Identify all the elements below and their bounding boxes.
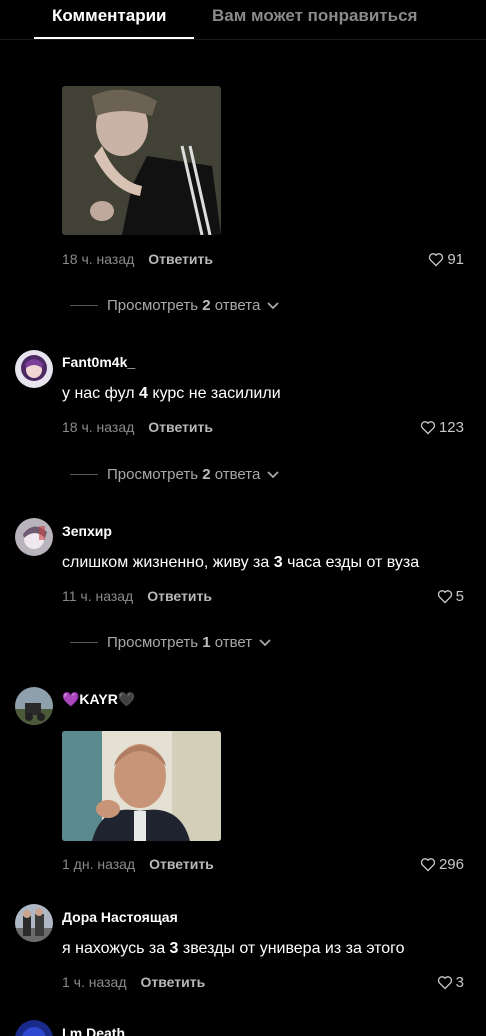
like-count: 5 xyxy=(455,588,464,605)
view-replies-suffix: ответа xyxy=(214,297,261,314)
heart-icon xyxy=(429,253,444,267)
comment-photo-image xyxy=(62,731,221,841)
comment-time: 18 ч. назад xyxy=(62,419,135,435)
comment-photo[interactable] xyxy=(62,731,221,841)
comment-meta: 11 ч. назад Ответить xyxy=(62,588,212,604)
tab-bar: Комментарии Вам может понравиться xyxy=(0,0,486,40)
view-replies-button[interactable]: Просмотреть 2 ответа xyxy=(70,466,279,483)
comment-text: я нахожусь за 3 звезды от универа из за … xyxy=(62,940,405,958)
like-button[interactable]: 3 xyxy=(437,974,464,991)
view-replies-count: 2 xyxy=(202,466,211,483)
comment-time: 11 ч. назад xyxy=(62,588,134,604)
comment-text-part: часа езды от вуза xyxy=(282,554,420,571)
like-count: 91 xyxy=(447,251,464,268)
comment-meta: 18 ч. назад Ответить xyxy=(62,419,213,435)
comment-username[interactable]: I.m Death xyxy=(62,1025,125,1036)
comment-text-bold: 3 xyxy=(273,554,283,571)
heart-icon xyxy=(437,976,452,990)
comment-text-part: слишком жизненно, живу за xyxy=(62,554,274,571)
chevron-down-icon xyxy=(267,470,279,478)
avatar-image xyxy=(15,904,53,942)
comment-text-part: у нас фул xyxy=(62,385,140,402)
view-replies-prefix: Просмотреть xyxy=(107,297,199,314)
heart-icon xyxy=(437,590,452,604)
reply-button[interactable]: Ответить xyxy=(148,419,213,435)
comment-text-bold: 4 xyxy=(139,385,148,402)
chevron-down-icon xyxy=(267,301,279,309)
avatar-image xyxy=(15,350,53,388)
reply-button[interactable]: Ответить xyxy=(147,588,212,604)
comment-text-part: я нахожусь за xyxy=(62,940,170,957)
divider-line xyxy=(70,642,98,643)
comment-time: 1 дн. назад xyxy=(62,856,136,872)
reply-button[interactable]: Ответить xyxy=(148,251,213,267)
comment-photo-image xyxy=(62,86,221,235)
avatar[interactable] xyxy=(15,687,53,725)
comment-text-part: курс не засилили xyxy=(147,385,281,402)
comment-text: у нас фул 4 курс не засилили xyxy=(62,385,281,403)
comment-username[interactable]: Дора Настоящая xyxy=(62,909,178,925)
heart-icon xyxy=(420,421,436,435)
view-replies-button[interactable]: Просмотреть 1 ответ xyxy=(70,634,271,651)
active-tab-indicator xyxy=(34,37,194,39)
view-replies-prefix: Просмотреть xyxy=(107,466,199,483)
heart-icon xyxy=(420,858,436,872)
comment-username[interactable]: 💜KAYR🖤 xyxy=(62,691,135,708)
avatar[interactable] xyxy=(15,904,53,942)
reply-button[interactable]: Ответить xyxy=(149,856,214,872)
comment-username[interactable]: Зепхир xyxy=(62,523,112,539)
view-replies-suffix: ответа xyxy=(214,466,261,483)
avatar-image xyxy=(15,687,53,725)
comment-photo[interactable] xyxy=(62,86,221,235)
like-button[interactable]: 123 xyxy=(420,419,464,436)
view-replies-prefix: Просмотреть xyxy=(107,634,199,651)
view-replies-suffix: ответ xyxy=(214,634,253,651)
like-button[interactable]: 296 xyxy=(420,856,464,873)
avatar[interactable] xyxy=(15,1020,53,1036)
like-button[interactable]: 5 xyxy=(437,588,464,605)
like-count: 3 xyxy=(455,974,464,991)
like-count: 296 xyxy=(438,856,464,873)
tab-comments[interactable]: Комментарии xyxy=(52,6,166,26)
divider-line xyxy=(70,305,98,306)
avatar[interactable] xyxy=(15,350,53,388)
comment-text: слишком жизненно, живу за 3 часа езды от… xyxy=(62,554,419,572)
tab-recommended[interactable]: Вам может понравиться xyxy=(212,6,417,26)
view-replies-count: 1 xyxy=(202,634,211,651)
comment-time: 1 ч. назад xyxy=(62,974,127,990)
comment-username[interactable]: Fant0m4k_ xyxy=(62,354,135,370)
comment-meta: 1 ч. назад Ответить xyxy=(62,974,205,990)
avatar[interactable] xyxy=(15,518,53,556)
comment-meta: 18 ч. назад Ответить xyxy=(62,251,213,267)
like-count: 123 xyxy=(438,419,464,436)
comment-time: 18 ч. назад xyxy=(62,251,135,267)
comment-meta: 1 дн. назад Ответить xyxy=(62,856,214,872)
avatar-image xyxy=(15,518,53,556)
like-button[interactable]: 91 xyxy=(428,251,464,268)
avatar-image xyxy=(15,1020,53,1036)
view-replies-button[interactable]: Просмотреть 2 ответа xyxy=(70,297,279,314)
divider-line xyxy=(70,474,98,475)
view-replies-count: 2 xyxy=(202,297,211,314)
comment-text-part: звезды от универа из за этого xyxy=(178,940,405,957)
chevron-down-icon xyxy=(259,638,271,646)
comments-screen: Комментарии Вам может понравиться 18 ч. … xyxy=(0,0,486,1036)
reply-button[interactable]: Ответить xyxy=(140,974,205,990)
